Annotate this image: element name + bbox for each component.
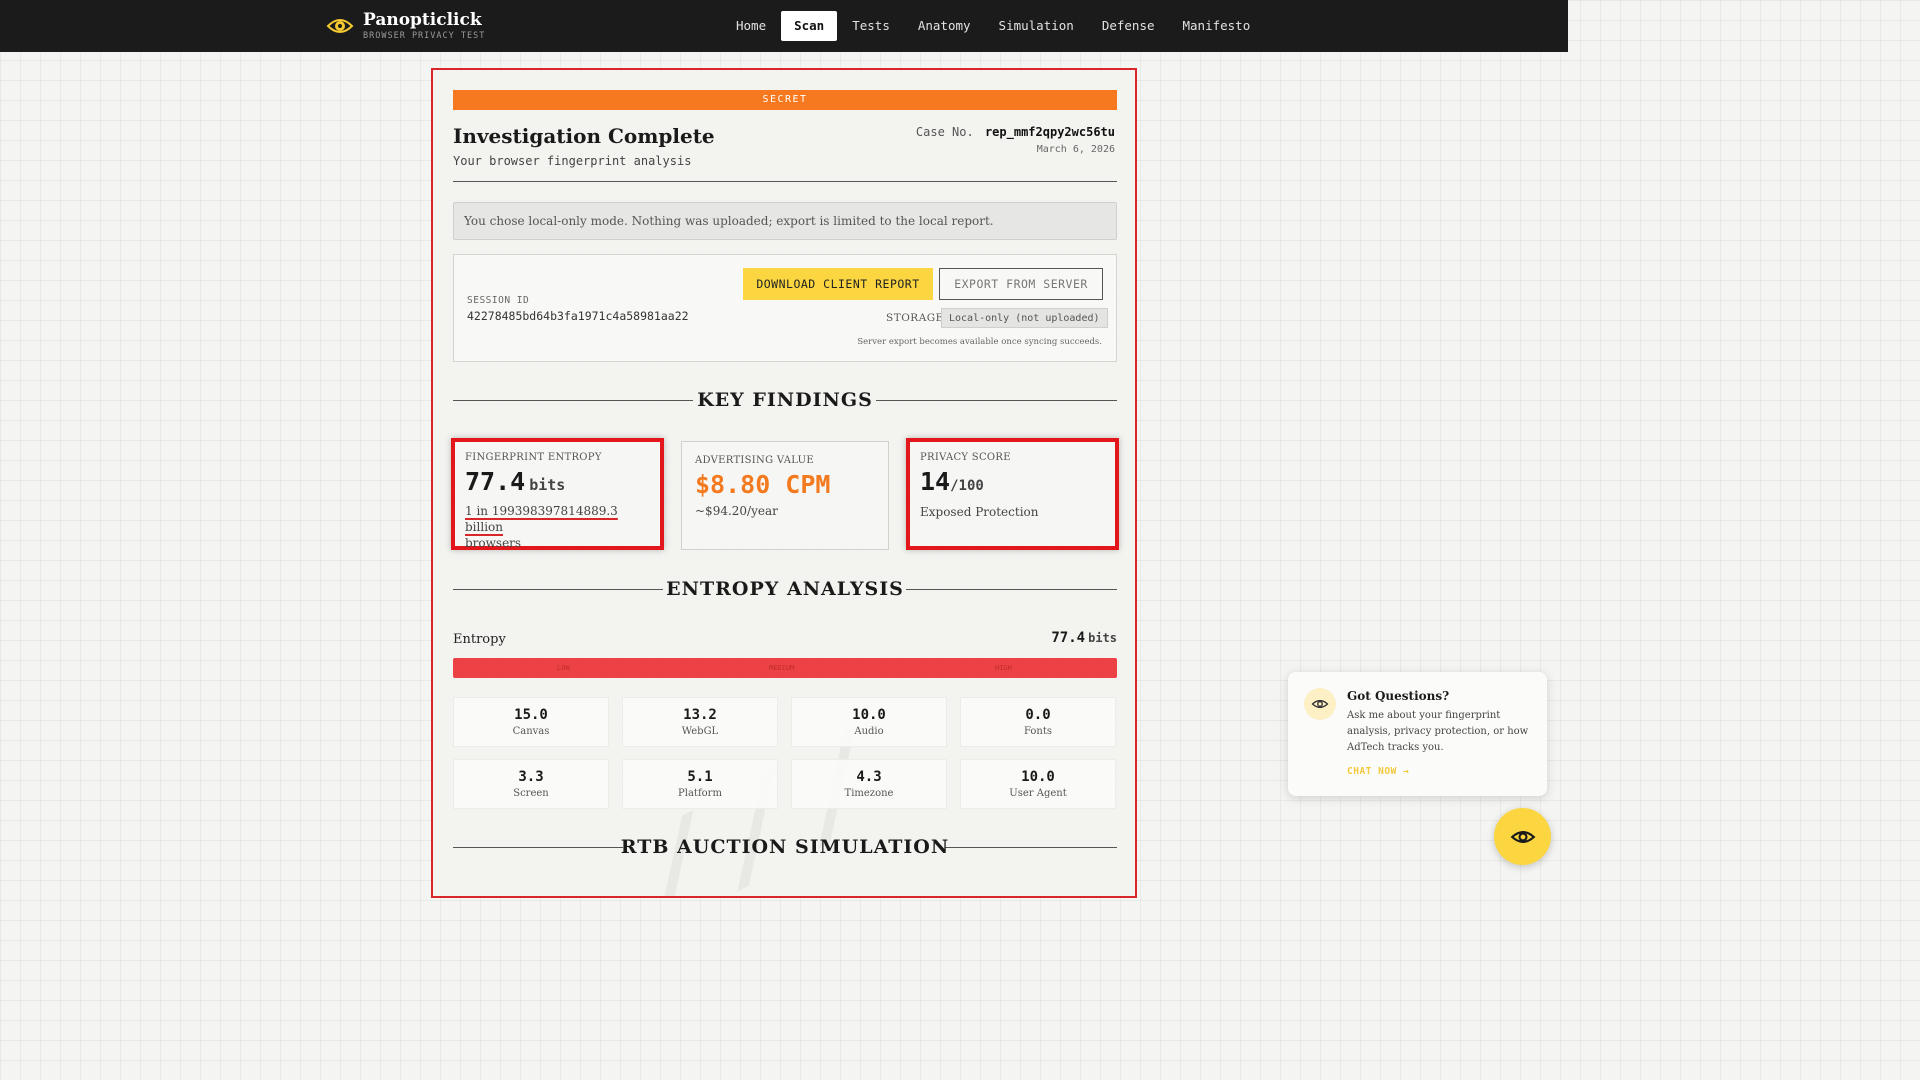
metric-name: WebGL [681,726,719,737]
privacy-score-note: Exposed Protection [920,505,1039,519]
metric-name: Audio [854,726,884,737]
metric-value: 0.0 [1025,707,1051,723]
nav-scan[interactable]: Scan [781,11,838,41]
entropy-analysis-title: ENTROPY ANALYSIS [666,578,904,600]
card-label: ADVERTISING VALUE [695,455,814,466]
chat-launcher-button[interactable] [1494,808,1551,865]
eye-icon [1304,688,1336,720]
metric-webgl: 13.2 WebGL [622,697,778,747]
nav-defense[interactable]: Defense [1089,11,1168,41]
chat-description: Ask me about your fingerprint analysis, … [1347,710,1529,753]
metric-name: Timezone [844,788,894,799]
metric-name: Canvas [512,726,550,737]
yearly-value-note: ~$94.20/year [695,504,778,518]
case-label: Case No. [915,125,974,139]
key-findings-header: KEY FINDINGS [453,389,1117,413]
export-from-server-button[interactable]: EXPORT FROM SERVER [939,268,1103,300]
entropy-value: 77.4 bits [465,467,566,496]
report-subtitle: Your browser fingerprint analysis [453,154,692,168]
case-number: rep_mmf2qpy2wc56tu [984,125,1115,139]
card-label: FINGERPRINT ENTROPY [465,452,602,463]
report-title: Investigation Complete [453,124,715,148]
chat-now-link[interactable]: CHAT NOW → [1347,766,1409,777]
metric-value: 13.2 [683,707,717,723]
metric-name: Screen [513,788,549,799]
metric-name: Platform [678,788,722,799]
report-date: March 6, 2026 [1036,144,1115,155]
metric-screen: 3.3 Screen [453,759,609,809]
chat-title: Got Questions? [1347,689,1450,703]
entropy-summary-row: Entropy 77.4 bits [453,630,1117,647]
chat-prompt-card[interactable]: Got Questions? Ask me about your fingerp… [1288,672,1547,796]
brand-tagline: BROWSER PRIVACY TEST [363,31,486,41]
entropy-meter-bar: LOW MEDIUM HIGH [453,658,1117,678]
uniqueness-ratio: 1 in 199398397814889.3 billion [465,504,618,534]
nav-manifesto[interactable]: Manifesto [1170,11,1264,41]
storage-label: STORAGE [886,312,944,324]
download-client-report-button[interactable]: DOWNLOAD CLIENT REPORT [743,268,933,300]
nav-anatomy[interactable]: Anatomy [905,11,984,41]
brand[interactable]: Panopticlick BROWSER PRIVACY TEST [326,10,485,41]
nav-tests[interactable]: Tests [839,11,903,41]
metric-canvas: 15.0 Canvas [453,697,609,747]
storage-value-badge: Local-only (not uploaded) [941,308,1108,328]
header-divider [453,181,1117,182]
metric-value: 4.3 [856,769,882,785]
privacy-score-card: PRIVACY SCORE 14/100 Exposed Protection [906,438,1119,550]
rtb-simulation-header: RTB AUCTION SIMULATION [453,836,1117,860]
metric-value: 10.0 [852,707,886,723]
entropy-total: 77.4 bits [1051,630,1117,646]
session-panel: SESSION ID 42278485bd64b3fa1971c4a58981a… [453,254,1117,362]
metric-value: 5.1 [687,769,713,785]
metric-name: User Agent [1009,788,1067,799]
metric-timezone: 4.3 Timezone [791,759,947,809]
card-label: PRIVACY SCORE [920,452,1011,463]
meter-label-medium: MEDIUM [769,664,795,672]
eye-logo-icon [326,18,354,33]
entropy-analysis-header: ENTROPY ANALYSIS [453,578,1117,602]
uniqueness-note: 1 in 199398397814889.3 billion browsers [465,504,618,550]
session-id-value: 42278485bd64b3fa1971c4a58981aa22 [467,309,689,323]
metric-value: 15.0 [514,707,548,723]
metric-fonts: 0.0 Fonts [960,697,1116,747]
report-dossier: ⟋⟋⟋ SECRET Investigation Complete Your b… [431,68,1137,898]
metric-name: Fonts [1023,726,1052,737]
key-findings-title: KEY FINDINGS [697,389,873,411]
metric-platform: 5.1 Platform [622,759,778,809]
eye-icon [1510,830,1535,843]
local-mode-notice: You chose local-only mode. Nothing was u… [453,202,1117,240]
nav-links: Home Scan Tests Anatomy Simulation Defen… [723,11,1263,41]
metric-value: 10.0 [1021,769,1055,785]
brand-name: Panopticlick [363,10,482,30]
advertising-value-card: ADVERTISING VALUE $8.80 CPM ~$94.20/year [681,441,889,550]
rtb-simulation-title: RTB AUCTION SIMULATION [620,836,950,858]
case-number-line: Case No. rep_mmf2qpy2wc56tu [916,125,1115,139]
metric-audio: 10.0 Audio [791,697,947,747]
server-export-note: Server export becomes available once syn… [857,337,1102,347]
top-navigation: Panopticlick BROWSER PRIVACY TEST Home S… [0,0,1568,52]
fingerprint-entropy-card: FINGERPRINT ENTROPY 77.4 bits 1 in 199398… [451,438,664,550]
classification-banner: SECRET [453,90,1117,110]
entropy-label: Entropy [453,632,506,647]
metric-user-agent: 10.0 User Agent [960,759,1116,809]
meter-label-high: HIGH [995,664,1012,672]
metric-value: 3.3 [518,769,544,785]
nav-home[interactable]: Home [723,11,779,41]
session-id-label: SESSION ID [467,295,530,306]
privacy-score-value: 14/100 [920,467,984,496]
cpm-value: $8.80 CPM [695,470,831,499]
nav-simulation[interactable]: Simulation [986,11,1087,41]
meter-label-low: LOW [557,664,570,672]
